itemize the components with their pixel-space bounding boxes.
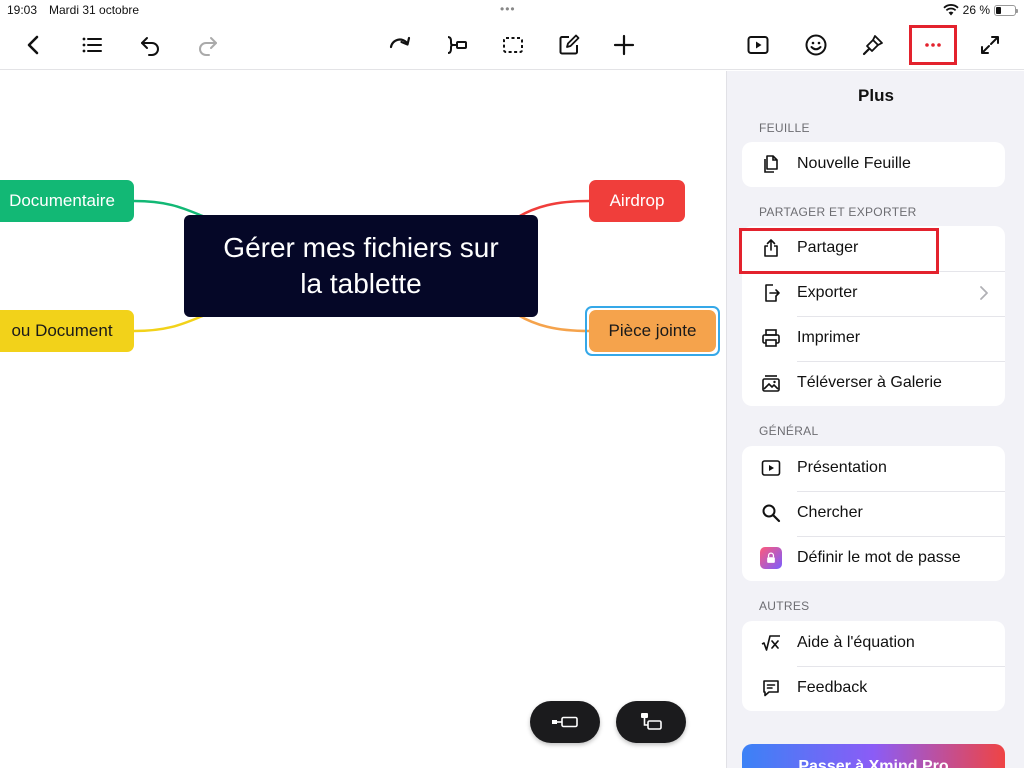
mindmap-canvas[interactable]: Gérer mes fichiers sur la tablette Docum… <box>0 71 726 768</box>
feedback-icon <box>760 677 782 699</box>
print-item[interactable]: Imprimer <box>742 316 1005 361</box>
export-icon <box>760 282 782 304</box>
row-label: Exporter <box>797 284 858 301</box>
toolbar <box>0 20 1024 70</box>
battery-icon <box>994 4 1018 16</box>
undo-icon[interactable] <box>133 28 167 62</box>
share-item[interactable]: Partager <box>742 226 1005 271</box>
group-general: Présentation Chercher Définir le mot de … <box>742 446 1005 581</box>
multitask-dots[interactable]: ••• <box>500 2 516 16</box>
row-label: Aide à l'équation <box>797 634 915 651</box>
feedback-item[interactable]: Feedback <box>742 666 1005 711</box>
outline-list-icon[interactable] <box>75 28 109 62</box>
topic-piece-jointe[interactable]: Pièce jointe <box>589 310 716 352</box>
presentation-item[interactable]: Présentation <box>742 446 1005 491</box>
more-panel: Plus FEUILLE Nouvelle Feuille PARTAGER E… <box>726 71 1024 768</box>
relationship-icon[interactable] <box>383 28 417 62</box>
new-sheet-item[interactable]: Nouvelle Feuille <box>742 142 1005 187</box>
branch-connectors <box>133 199 590 333</box>
new-sheet-icon <box>760 153 782 175</box>
group-autres: Aide à l'équation Feedback <box>742 621 1005 711</box>
status-right: 26 % <box>943 3 1018 17</box>
section-header-partager: PARTAGER ET EXPORTER <box>759 205 917 219</box>
topic-documentaire[interactable]: Documentaire <box>0 180 134 222</box>
battery-percent: 26 % <box>962 3 990 17</box>
add-sibling-icon <box>552 716 578 728</box>
format-brush-icon[interactable] <box>856 28 890 62</box>
gallery-upload-item[interactable]: Téléverser à Galerie <box>742 361 1005 406</box>
row-label: Nouvelle Feuille <box>797 155 911 172</box>
central-topic[interactable]: Gérer mes fichiers sur la tablette <box>184 215 538 317</box>
play-icon[interactable] <box>741 28 775 62</box>
topic-ou-document[interactable]: ou Document <box>0 310 134 352</box>
panel-title: Plus <box>858 86 894 105</box>
row-label: Téléverser à Galerie <box>797 374 942 391</box>
presentation-icon <box>760 457 782 479</box>
status-time: 19:03 <box>7 3 38 17</box>
equation-help-item[interactable]: Aide à l'équation <box>742 621 1005 666</box>
back-chevron-icon[interactable] <box>17 28 51 62</box>
row-label: Feedback <box>797 679 868 696</box>
central-topic-line-2: la tablette <box>300 268 422 299</box>
chevron-right-icon <box>980 286 988 300</box>
row-label: Chercher <box>797 504 863 521</box>
note-icon[interactable] <box>552 28 586 62</box>
redo-icon[interactable] <box>191 28 225 62</box>
status-date: Mardi 31 octobre <box>49 3 140 17</box>
wifi-icon <box>943 4 959 16</box>
row-label: Partager <box>797 239 859 256</box>
upgrade-pro-button[interactable]: Passer à Xmind Pro <box>742 744 1005 768</box>
topic-label: Airdrop <box>609 191 665 210</box>
section-header-general: GÉNÉRAL <box>759 424 819 438</box>
summary-icon[interactable] <box>496 28 530 62</box>
topic-airdrop[interactable]: Airdrop <box>589 180 685 222</box>
add-child-icon <box>641 713 662 730</box>
add-sibling-button[interactable] <box>530 701 600 743</box>
search-icon <box>760 502 782 524</box>
share-icon <box>760 237 782 259</box>
printer-icon <box>760 327 782 349</box>
fullscreen-icon[interactable] <box>973 28 1007 62</box>
equation-icon <box>760 632 782 654</box>
lock-icon <box>760 547 782 569</box>
set-password-item[interactable]: Définir le mot de passe <box>742 536 1005 581</box>
boundary-icon[interactable] <box>440 28 474 62</box>
row-label: Présentation <box>797 459 887 476</box>
central-topic-line-1: Gérer mes fichiers sur <box>223 232 499 263</box>
section-header-autres: AUTRES <box>759 599 810 613</box>
search-item[interactable]: Chercher <box>742 491 1005 536</box>
add-icon[interactable] <box>607 28 641 62</box>
topic-label: ou Document <box>11 321 113 340</box>
topic-label: Documentaire <box>9 191 115 210</box>
group-partager-exporter: Partager Exporter Imprimer Téléverser à … <box>742 226 1005 406</box>
section-header-feuille: FEUILLE <box>759 121 810 135</box>
topic-label: Pièce jointe <box>608 321 697 340</box>
add-child-button[interactable] <box>616 701 686 743</box>
group-feuille: Nouvelle Feuille <box>742 142 1005 187</box>
more-icon[interactable] <box>909 25 957 65</box>
emoji-icon[interactable] <box>799 28 833 62</box>
export-item[interactable]: Exporter <box>742 271 1005 316</box>
row-label: Définir le mot de passe <box>797 549 961 566</box>
battery-fill <box>996 6 1001 14</box>
gallery-icon <box>760 372 782 394</box>
status-bar: 19:03 Mardi 31 octobre ••• 26 % <box>0 0 1024 20</box>
row-label: Imprimer <box>797 329 861 346</box>
